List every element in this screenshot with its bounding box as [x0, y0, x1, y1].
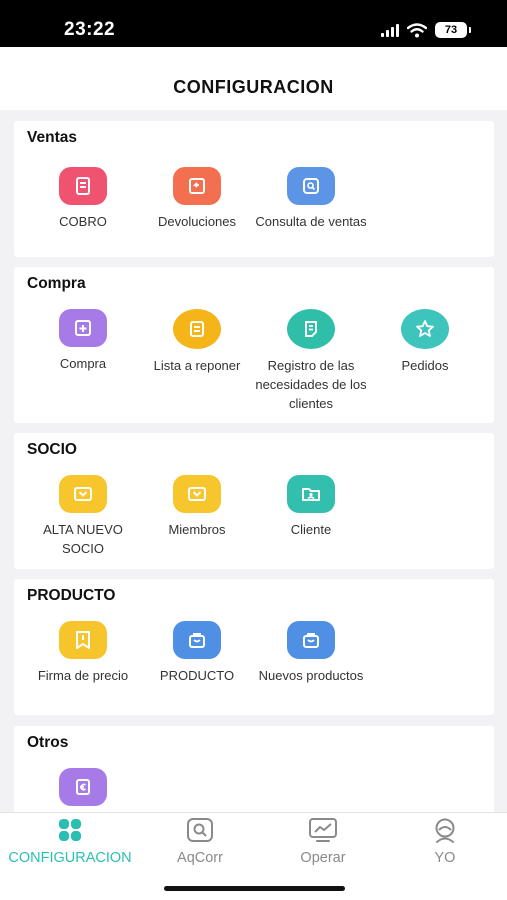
section-socio: SOCIO ALTA NUEVO SOCIO Miembros Cliente	[14, 433, 494, 569]
list-icon	[173, 309, 221, 349]
cliente-button[interactable]: Cliente	[254, 475, 368, 539]
section-producto: PRODUCTO Firma de precio PRODUCTO Nuevos…	[14, 579, 494, 715]
devoluciones-button[interactable]: Devoluciones	[140, 167, 254, 231]
tab-yo[interactable]: YO	[375, 817, 507, 866]
wifi-icon	[407, 22, 427, 37]
tab-label: AqCorr	[177, 850, 223, 866]
status-time: 23:22	[64, 19, 116, 40]
item-label: PRODUCTO	[159, 668, 235, 683]
tab-label: YO	[434, 850, 456, 866]
section-compra: Compra Compra Lista a reponer Registro d…	[14, 267, 494, 423]
receipt-icon	[59, 167, 107, 205]
item-label: Compra	[59, 356, 107, 371]
header: CONFIGURACION	[0, 47, 507, 110]
member-card-icon	[59, 475, 107, 513]
firma-precio-button[interactable]: Firma de precio	[26, 621, 140, 685]
compra-button[interactable]: Compra	[26, 309, 140, 373]
search-icon	[130, 817, 270, 845]
cellular-signal-icon	[381, 23, 399, 37]
section-title: SOCIO	[27, 441, 77, 458]
profile-icon	[375, 817, 507, 845]
item-label: Nuevos productos	[258, 668, 364, 683]
otros-item-button[interactable]	[26, 768, 140, 812]
cobro-button[interactable]: COBRO	[26, 167, 140, 231]
item-label: Devoluciones	[157, 214, 237, 229]
battery-icon: 73	[435, 22, 471, 38]
section-title: Ventas	[27, 129, 77, 146]
chart-icon	[253, 817, 393, 845]
item-label: COBRO	[59, 214, 107, 229]
grid-icon	[0, 817, 140, 845]
alta-nuevo-socio-button[interactable]: ALTA NUEVO SOCIO	[26, 475, 140, 558]
item-label: ALTA NUEVO SOCIO	[43, 522, 123, 556]
settings-content[interactable]: Ventas COBRO Devoluciones Consulta de ve…	[0, 110, 507, 812]
section-otros: Otros	[14, 726, 494, 812]
lista-reponer-button[interactable]: Lista a reponer	[140, 309, 254, 375]
consulta-ventas-button[interactable]: Consulta de ventas	[254, 167, 368, 231]
pedidos-button[interactable]: Pedidos	[368, 309, 482, 375]
page-title: CONFIGURACION	[173, 77, 334, 97]
search-icon	[287, 167, 335, 205]
member-card-icon	[173, 475, 221, 513]
section-title: PRODUCTO	[27, 587, 116, 604]
tab-label: CONFIGURACION	[8, 850, 132, 866]
section-ventas: Ventas COBRO Devoluciones Consulta de ve…	[14, 121, 494, 257]
star-icon	[401, 309, 449, 349]
item-label: Consulta de ventas	[255, 214, 367, 229]
tab-aqcorr[interactable]: AqCorr	[130, 817, 270, 866]
notes-icon	[287, 309, 335, 349]
item-label: Miembros	[168, 522, 226, 537]
status-icons: 73	[381, 22, 471, 38]
registro-necesidades-button[interactable]: Registro de las necesidades de los clien…	[254, 309, 368, 413]
tab-configuracion[interactable]: CONFIGURACION	[0, 817, 140, 866]
item-label: Lista a reponer	[153, 358, 241, 373]
nuevos-productos-button[interactable]: Nuevos productos	[254, 621, 368, 685]
add-cart-icon	[59, 309, 107, 347]
shopping-bag-icon	[287, 621, 335, 659]
tab-label: Operar	[300, 850, 346, 866]
item-label: Firma de precio	[37, 668, 129, 683]
item-label: Pedidos	[401, 358, 449, 373]
battery-level: 73	[444, 24, 458, 36]
section-title: Compra	[27, 275, 86, 292]
shopping-bag-icon	[173, 621, 221, 659]
item-label: Cliente	[290, 522, 332, 537]
miembros-button[interactable]: Miembros	[140, 475, 254, 539]
item-label: Registro de las necesidades de los clien…	[255, 358, 367, 411]
price-tag-icon	[59, 621, 107, 659]
customer-folder-icon	[287, 475, 335, 513]
section-title: Otros	[27, 734, 69, 751]
status-bar: 23:22 73	[0, 0, 507, 47]
home-indicator[interactable]	[164, 886, 345, 891]
euro-icon	[59, 768, 107, 806]
producto-button[interactable]: PRODUCTO	[140, 621, 254, 685]
tab-operar[interactable]: Operar	[253, 817, 393, 866]
return-icon	[173, 167, 221, 205]
